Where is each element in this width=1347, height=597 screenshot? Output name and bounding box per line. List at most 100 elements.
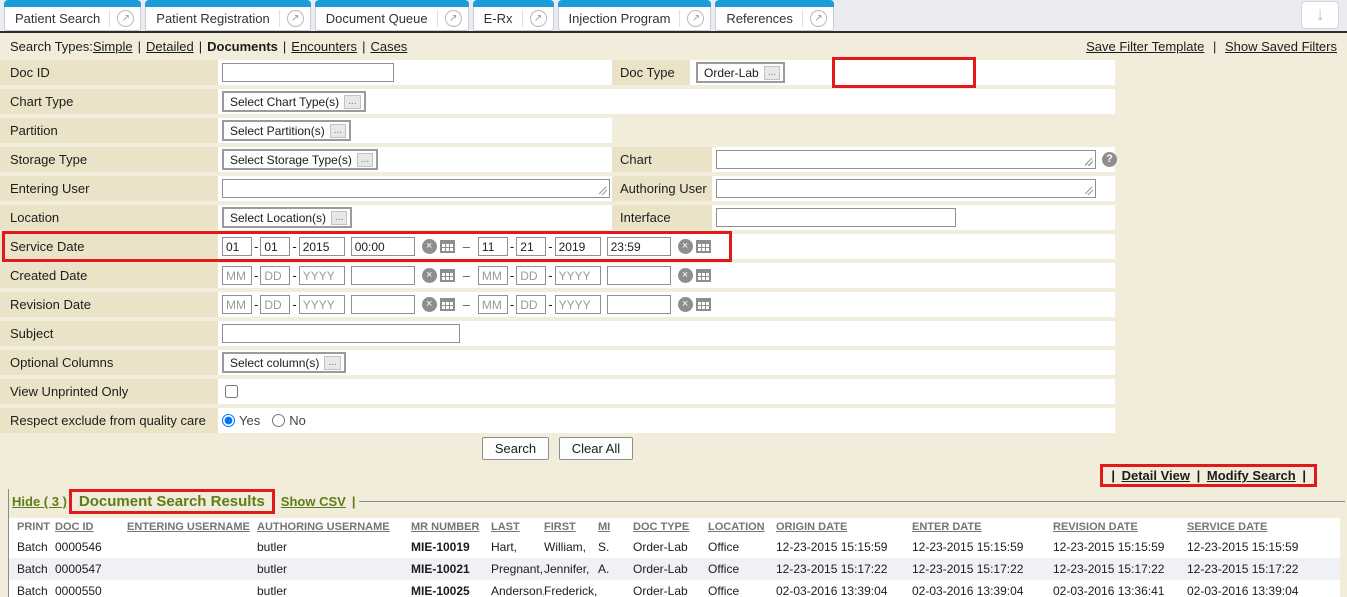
cell-doc-id: 0000550 [55,580,127,597]
respect-no-radio[interactable] [272,414,285,427]
clear-all-button[interactable]: Clear All [559,437,633,460]
revision-from-time-input[interactable] [351,295,415,314]
col-mr-number[interactable]: MR NUMBER [411,518,491,536]
search-button[interactable]: Search [482,437,549,460]
col-entering-username[interactable]: ENTERING USERNAME [127,518,257,536]
service-to-year-input[interactable] [555,237,601,256]
service-to-month-input[interactable] [478,237,508,256]
created-from-time-input[interactable] [351,266,415,285]
revision-to-day-input[interactable] [516,295,546,314]
doc-id-input[interactable] [222,63,394,82]
storage-type-select-button[interactable]: Select Storage Type(s) ... [222,149,378,170]
cell-last: Anderson, [491,580,544,597]
revision-to-year-input[interactable] [555,295,601,314]
calendar-icon[interactable] [440,298,455,311]
tab-document-queue[interactable]: Document Queue ↗ [315,0,469,31]
tab-injection-program[interactable]: Injection Program ↗ [558,0,712,31]
created-to-year-input[interactable] [555,266,601,285]
collapse-tabs-button[interactable]: ↓ [1301,1,1339,29]
table-row[interactable]: Batch 0000547 butler MIE-10021 Pregnant,… [9,558,1340,580]
clear-date-icon[interactable]: × [422,268,437,283]
clear-date-icon[interactable]: × [678,239,693,254]
revision-to-month-input[interactable] [478,295,508,314]
revision-from-month-input[interactable] [222,295,252,314]
chart-type-select-button[interactable]: Select Chart Type(s) ... [222,91,366,112]
row-optional-columns: Optional Columns Select column(s) ... [0,350,1347,375]
service-to-day-input[interactable] [516,237,546,256]
detail-view-link[interactable]: Detail View [1122,468,1190,483]
help-icon[interactable]: ? [1102,152,1117,167]
calendar-icon[interactable] [440,269,455,282]
open-in-new-icon[interactable]: ↗ [802,10,827,27]
partition-select-button[interactable]: Select Partition(s) ... [222,120,351,141]
created-from-month-input[interactable] [222,266,252,285]
col-doc-type[interactable]: DOC TYPE [633,518,708,536]
col-enter-date[interactable]: ENTER DATE [912,518,1053,536]
open-in-new-icon[interactable]: ↗ [109,10,134,27]
created-to-month-input[interactable] [478,266,508,285]
show-saved-filters-link[interactable]: Show Saved Filters [1225,39,1337,54]
respect-yes-radio[interactable] [222,414,235,427]
search-type-detailed[interactable]: Detailed [146,39,194,54]
show-csv-link[interactable]: Show CSV [281,494,346,509]
authoring-user-label: Authoring User [620,176,707,201]
open-in-new-icon[interactable]: ↗ [437,10,462,27]
clear-date-icon[interactable]: × [678,268,693,283]
subject-input[interactable] [222,324,460,343]
tab-references[interactable]: References ↗ [715,0,833,31]
revision-to-time-input[interactable] [607,295,671,314]
col-mi[interactable]: MI [598,518,633,536]
revision-from-year-input[interactable] [299,295,345,314]
col-first[interactable]: FIRST [544,518,598,536]
interface-input[interactable] [716,208,956,227]
col-authoring-username[interactable]: AUTHORING USERNAME [257,518,411,536]
search-type-cases[interactable]: Cases [370,39,407,54]
created-to-day-input[interactable] [516,266,546,285]
calendar-icon[interactable] [440,240,455,253]
search-type-encounters[interactable]: Encounters [291,39,357,54]
search-type-simple[interactable]: Simple [93,39,133,54]
open-in-new-icon[interactable]: ↗ [522,10,547,27]
authoring-user-input[interactable] [716,179,1096,198]
service-from-day-input[interactable] [260,237,290,256]
row-revision-date: Revision Date - - × – - - × [0,292,1347,317]
tab-e-rx[interactable]: E-Rx ↗ [473,0,554,31]
col-revision-date[interactable]: REVISION DATE [1053,518,1187,536]
clear-date-icon[interactable]: × [422,239,437,254]
tab-patient-search[interactable]: Patient Search ↗ [4,0,141,31]
service-from-month-input[interactable] [222,237,252,256]
location-select-button[interactable]: Select Location(s) ... [222,207,352,228]
col-last[interactable]: LAST [491,518,544,536]
open-in-new-icon[interactable]: ↗ [279,10,304,27]
optional-columns-select-button[interactable]: Select column(s) ... [222,352,346,373]
calendar-icon[interactable] [696,269,711,282]
clear-date-icon[interactable]: × [678,297,693,312]
service-to-time-input[interactable] [607,237,671,256]
open-in-new-icon[interactable]: ↗ [679,10,704,27]
col-origin-date[interactable]: ORIGIN DATE [776,518,912,536]
calendar-icon[interactable] [696,298,711,311]
col-service-date[interactable]: SERVICE DATE [1187,518,1340,536]
modify-search-link[interactable]: Modify Search [1207,468,1296,483]
table-row[interactable]: Batch 0000546 butler MIE-10019 Hart, Wil… [9,536,1340,558]
range-dash: – [463,297,470,312]
created-from-year-input[interactable] [299,266,345,285]
doc-type-select-button[interactable]: Order-Lab ... [696,62,785,83]
service-from-year-input[interactable] [299,237,345,256]
service-from-time-input[interactable] [351,237,415,256]
col-location[interactable]: LOCATION [708,518,776,536]
calendar-icon[interactable] [696,240,711,253]
table-row[interactable]: Batch 0000550 butler MIE-10025 Anderson,… [9,580,1340,597]
col-doc-id[interactable]: DOC ID [55,518,127,536]
tab-patient-registration[interactable]: Patient Registration ↗ [145,0,310,31]
cell-doc-type: Order-Lab [633,558,708,580]
revision-from-day-input[interactable] [260,295,290,314]
clear-date-icon[interactable]: × [422,297,437,312]
chart-input[interactable] [716,150,1096,169]
entering-user-input[interactable] [222,179,610,198]
created-to-time-input[interactable] [607,266,671,285]
save-filter-template-link[interactable]: Save Filter Template [1086,39,1204,54]
view-unprinted-checkbox[interactable] [225,385,238,398]
created-from-day-input[interactable] [260,266,290,285]
hide-results-link[interactable]: Hide ( 3 ) [12,494,67,509]
